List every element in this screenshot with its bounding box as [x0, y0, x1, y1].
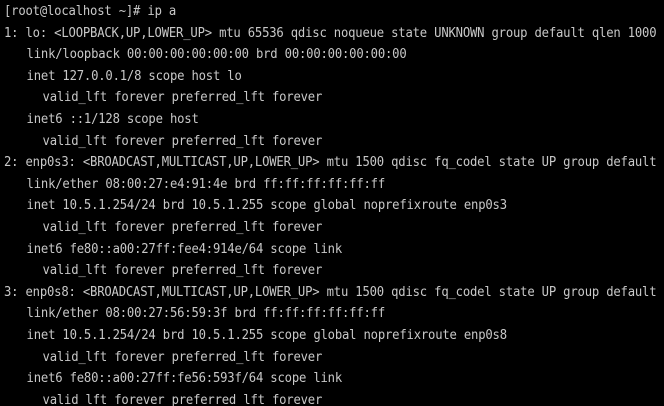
output-line: link/ether 08:00:27:56:59:3f brd ff:ff:f… — [26, 306, 386, 322]
output-line: valid_lft forever preferred_lft forever — [42, 349, 323, 365]
output-line: inet 10.5.1.254/24 brd 10.5.1.255 scope … — [26, 198, 508, 214]
output-line: valid_lft forever preferred_lft forever — [42, 219, 323, 235]
terminal-output: [root@localhost ~]# ip a 1: lo: <LOOPBAC… — [4, 1, 664, 406]
output-line: valid_lft forever preferred_lft forever — [42, 263, 323, 279]
output-line: inet6 fe80::a00:27ff:fee4:914e/64 scope … — [26, 241, 343, 257]
output-line: inet 127.0.0.1/8 scope host lo — [26, 68, 242, 84]
output-line: 1: lo: <LOOPBACK,UP,LOWER_UP> mtu 65536 … — [4, 25, 657, 41]
terminal-console[interactable]: [root@localhost ~]# ip a 1: lo: <LOOPBAC… — [0, 0, 664, 406]
shell-prompt: [root@localhost ~]# — [4, 4, 148, 19]
output-line: inet6 fe80::a00:27ff:fe56:593f/64 scope … — [26, 371, 343, 387]
command-text: ip a — [147, 4, 177, 19]
output-line: valid_lft forever preferred_lft forever — [42, 90, 323, 106]
output-line: 3: enp0s8: <BROADCAST,MULTICAST,UP,LOWER… — [4, 284, 664, 300]
output-line: valid_lft forever preferred_lft forever — [42, 392, 323, 406]
output-line: valid_lft forever preferred_lft forever — [42, 133, 323, 149]
output-line: inet 10.5.1.254/24 brd 10.5.1.255 scope … — [26, 327, 508, 343]
prompt-line: [root@localhost ~]# ip a — [4, 1, 664, 23]
output-line: link/loopback 00:00:00:00:00:00 brd 00:0… — [26, 47, 407, 63]
output-line: inet6 ::1/128 scope host — [26, 111, 199, 127]
output-line: link/ether 08:00:27:e4:91:4e brd ff:ff:f… — [26, 176, 386, 192]
output-line: 2: enp0s3: <BROADCAST,MULTICAST,UP,LOWER… — [4, 155, 664, 171]
